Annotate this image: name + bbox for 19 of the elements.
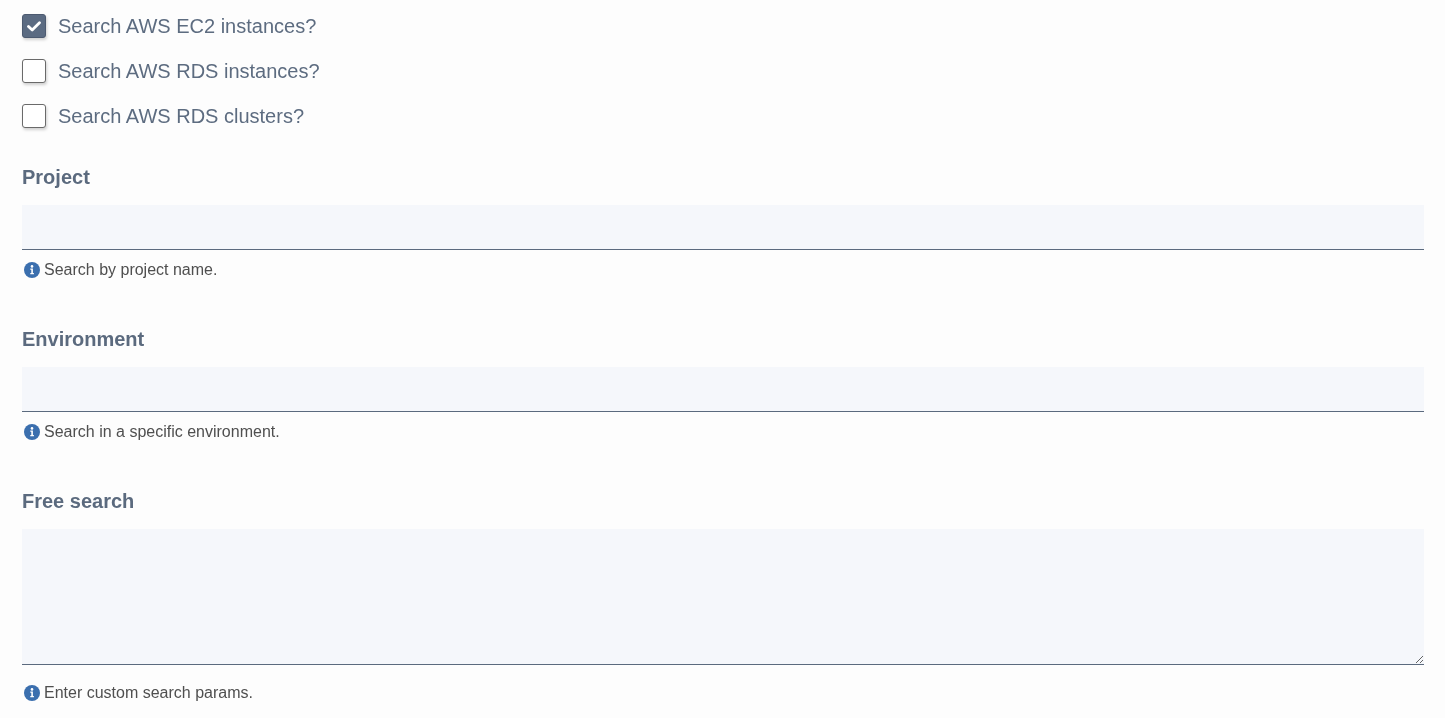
help-text: Search by project name.	[44, 261, 218, 279]
text-input[interactable]	[22, 367, 1424, 412]
textarea-field[interactable]	[22, 529, 1424, 665]
help-text: Search in a specific environment.	[44, 423, 280, 441]
help-text: Enter custom search params.	[44, 684, 253, 702]
checkmark-icon	[27, 20, 41, 32]
field-label: Environment	[22, 327, 145, 351]
checkbox[interactable]	[22, 104, 46, 128]
info-icon	[24, 424, 40, 440]
checkbox[interactable]	[22, 59, 46, 83]
info-icon	[24, 262, 40, 278]
checkbox-label: Search AWS EC2 instances?	[58, 14, 317, 38]
checkbox[interactable]	[22, 14, 46, 38]
info-icon	[24, 685, 40, 701]
field-label: Free search	[22, 489, 135, 513]
checkbox-label: Search AWS RDS instances?	[58, 59, 320, 83]
text-input[interactable]	[22, 205, 1424, 250]
checkbox-label: Search AWS RDS clusters?	[58, 104, 304, 128]
field-label: Project	[22, 165, 90, 189]
